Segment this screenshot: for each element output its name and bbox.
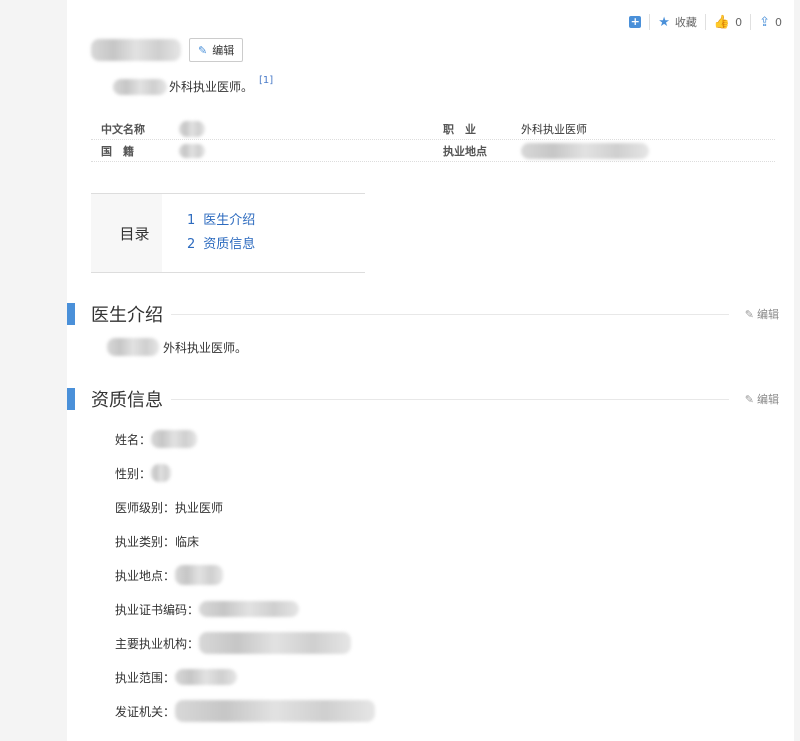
article-page: + ★ 收藏 👍 0 ⇪ 0 ✎ 编辑 外科执业医师。 [1] 中文名称 职 业… bbox=[67, 0, 800, 741]
list-item: 执业范围： bbox=[115, 660, 375, 694]
list-item: 主要执业机构： bbox=[115, 626, 375, 660]
field-value-redacted bbox=[175, 700, 376, 722]
plus-icon: + bbox=[629, 15, 642, 28]
edit-button[interactable]: ✎ 编辑 bbox=[189, 38, 244, 62]
share-button[interactable]: ⇪ 0 bbox=[750, 14, 790, 30]
favorite-label: 收藏 bbox=[674, 16, 697, 29]
summary: 外科执业医师。 [1] bbox=[113, 75, 273, 95]
field-value-redacted bbox=[199, 632, 352, 654]
list-item: 医师级别：执业医师 bbox=[115, 490, 375, 524]
basic-info-value-redacted bbox=[179, 120, 205, 137]
basic-info-name: 职 业 bbox=[443, 122, 476, 136]
summary-text: 外科执业医师。 bbox=[169, 80, 254, 94]
basic-info-value-redacted bbox=[521, 142, 649, 159]
toc-item-qualification[interactable]: 2 资质信息 bbox=[187, 233, 255, 257]
toc-list: 1 医生介绍 2 资质信息 bbox=[162, 194, 255, 272]
section-edit-button[interactable]: ✎ 编辑 bbox=[745, 391, 779, 407]
section-title: 医生介绍 bbox=[91, 301, 171, 327]
divider bbox=[171, 398, 729, 400]
list-item: 发证机关： bbox=[115, 694, 376, 728]
field-value-redacted bbox=[151, 464, 172, 482]
section-marker bbox=[67, 388, 75, 410]
divider bbox=[171, 313, 729, 315]
basic-info-value: 外科执业医师 bbox=[521, 122, 587, 136]
section-qualification-header: 资质信息 ✎ 编辑 bbox=[67, 386, 779, 412]
section-title: 资质信息 bbox=[91, 386, 171, 412]
field-institution: 主要执业机构： bbox=[115, 636, 200, 651]
toc-heading: 目录 bbox=[91, 194, 162, 272]
basic-info-row: 中文名称 职 业 外科执业医师 bbox=[91, 118, 775, 140]
favorite-button[interactable]: ★ 收藏 bbox=[649, 14, 705, 30]
section-marker bbox=[67, 303, 75, 325]
section-edit-button[interactable]: ✎ 编辑 bbox=[745, 306, 779, 322]
toc-item-intro[interactable]: 1 医生介绍 bbox=[187, 209, 255, 233]
field-value-redacted bbox=[175, 669, 238, 685]
star-icon: ★ bbox=[658, 14, 670, 30]
basic-info-name: 国 籍 bbox=[101, 144, 134, 158]
field-cert: 执业证书编码： bbox=[115, 602, 200, 617]
intro-text: 外科执业医师。 bbox=[163, 340, 248, 355]
pencil-icon: ✎ bbox=[744, 392, 754, 406]
intro-paragraph: 外科执业医师。 bbox=[107, 338, 247, 356]
field-gender: 性别： bbox=[115, 466, 152, 481]
field-value-redacted bbox=[199, 601, 300, 617]
list-item: 执业证书编码： bbox=[115, 592, 375, 626]
section-intro-header: 医生介绍 ✎ 编辑 bbox=[67, 301, 779, 327]
field-value-redacted bbox=[151, 430, 198, 448]
field-issuer: 发证机关： bbox=[115, 704, 176, 719]
reference-link[interactable]: [1] bbox=[259, 75, 273, 86]
basic-info-name: 执业地点 bbox=[443, 144, 487, 158]
field-value-redacted bbox=[175, 565, 224, 585]
pencil-icon: ✎ bbox=[198, 43, 208, 57]
share-icon: ⇪ bbox=[759, 14, 770, 30]
list-item: 执业地点： bbox=[115, 558, 375, 592]
field-location: 执业地点： bbox=[115, 568, 176, 583]
list-item: 执业类别：临床 bbox=[115, 524, 375, 558]
page-title-redacted bbox=[91, 39, 181, 61]
field-category: 执业类别：临床 bbox=[115, 534, 200, 549]
thumbs-up-icon: 👍 bbox=[713, 14, 731, 30]
like-button[interactable]: 👍 0 bbox=[704, 14, 750, 30]
table-of-contents: 目录 1 医生介绍 2 资质信息 bbox=[91, 193, 365, 273]
list-item: 性别： bbox=[115, 456, 375, 490]
pencil-icon: ✎ bbox=[744, 307, 754, 321]
list-item: 姓名： bbox=[115, 422, 375, 456]
field-scope: 执业范围： bbox=[115, 670, 176, 685]
basic-info-row: 国 籍 执业地点 bbox=[91, 140, 775, 162]
basic-info-box: 中文名称 职 业 外科执业医师 国 籍 执业地点 bbox=[91, 118, 775, 162]
toolbar: + ★ 收藏 👍 0 ⇪ 0 bbox=[621, 14, 790, 30]
share-count: 0 bbox=[775, 15, 782, 29]
edit-button-label: 编辑 bbox=[212, 44, 235, 57]
field-name: 姓名： bbox=[115, 432, 152, 447]
qualification-list: 姓名： 性别： 医师级别：执业医师 执业类别：临床 执业地点： 执业证书编码： … bbox=[115, 422, 376, 728]
summary-name-redacted bbox=[113, 78, 167, 95]
add-button[interactable]: + bbox=[621, 14, 649, 30]
page-gutter bbox=[794, 0, 800, 741]
page-title-row: ✎ 编辑 bbox=[91, 38, 244, 62]
basic-info-value-redacted bbox=[179, 143, 205, 158]
field-level: 医师级别：执业医师 bbox=[115, 500, 224, 515]
like-count: 0 bbox=[735, 15, 743, 29]
basic-info-name: 中文名称 bbox=[101, 122, 145, 136]
intro-name-redacted bbox=[107, 338, 159, 356]
